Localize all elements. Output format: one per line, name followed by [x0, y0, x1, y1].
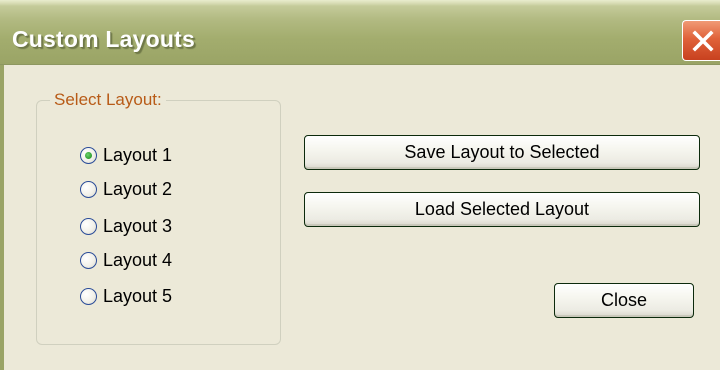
radio-layout-1[interactable]: Layout 1 — [80, 143, 172, 167]
radio-button[interactable] — [80, 180, 97, 198]
select-layout-legend: Select Layout: — [50, 90, 166, 110]
window-frame-left — [0, 65, 4, 370]
radio-layout-2[interactable]: Layout 2 — [80, 177, 172, 201]
save-layout-button[interactable]: Save Layout to Selected — [304, 135, 700, 170]
radio-button-checked[interactable] — [80, 146, 97, 164]
radio-label: Layout 3 — [103, 216, 173, 236]
window-title: Custom Layouts — [12, 26, 195, 52]
radio-label: Layout 5 — [103, 286, 173, 306]
radio-layout-3[interactable]: Layout 3 — [80, 214, 172, 238]
radio-layout-5[interactable]: Layout 5 — [80, 284, 172, 308]
radio-label: Layout 1 — [103, 145, 173, 165]
radio-label: Layout 2 — [103, 179, 173, 199]
title-bar-highlight — [0, 0, 720, 6]
window-close-button[interactable] — [682, 20, 720, 61]
load-layout-button[interactable]: Load Selected Layout — [304, 192, 700, 227]
radio-button[interactable] — [80, 287, 97, 305]
radio-button[interactable] — [80, 251, 97, 269]
radio-label: Layout 4 — [103, 250, 173, 270]
close-icon — [692, 30, 714, 52]
radio-selected-dot — [85, 151, 92, 159]
radio-layout-4[interactable]: Layout 4 — [80, 248, 172, 272]
custom-layouts-dialog: Custom Layouts Select Layout: Layout 1 L… — [0, 0, 720, 370]
close-button[interactable]: Close — [554, 283, 694, 318]
title-bar[interactable]: Custom Layouts — [0, 0, 720, 65]
radio-button[interactable] — [80, 217, 97, 235]
